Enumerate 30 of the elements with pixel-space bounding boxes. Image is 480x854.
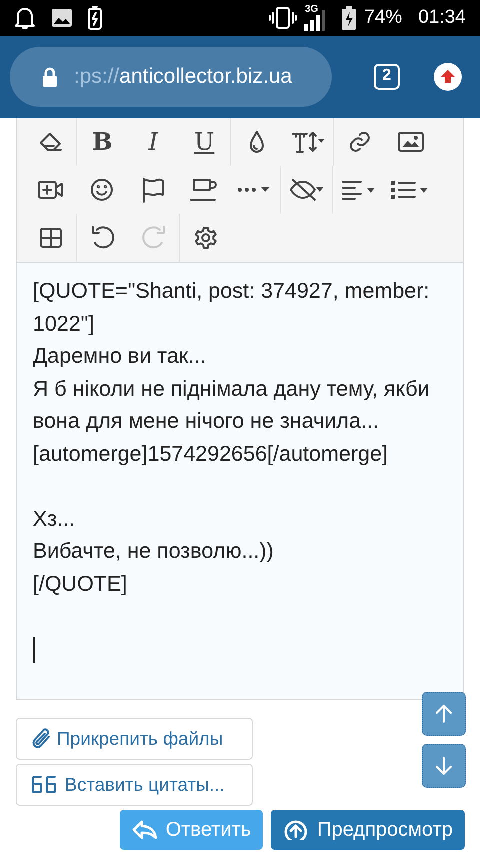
bold-button[interactable]: B xyxy=(77,118,128,166)
upload-icon[interactable] xyxy=(434,63,462,91)
message-text: [QUOTE="Shanti, post: 374927, member: 1022"] Даремно ви так... Я б ніколи не піднімала дану тему, якби вона для мене нічого не значила... [automerge]1574292656[/automerge] Хз... Вибачте, не позволю...)) [/QUOTE] xyxy=(33,279,431,596)
vibrate-icon xyxy=(269,7,298,29)
attach-files-button[interactable]: Прикрепить файлы xyxy=(16,718,253,760)
text-cursor xyxy=(33,636,35,663)
lock-icon xyxy=(42,67,58,87)
scroll-down-button[interactable] xyxy=(422,744,466,788)
insert-quotes-button[interactable]: Вставить цитаты... xyxy=(16,764,253,806)
preview-button[interactable]: Предпросмотр xyxy=(271,810,465,850)
scroll-up-button[interactable] xyxy=(422,692,466,736)
quote-icon xyxy=(31,775,57,795)
reply-icon xyxy=(132,820,158,840)
arrow-down-icon xyxy=(435,756,453,776)
image-notification-icon xyxy=(52,9,72,27)
italic-button[interactable]: I xyxy=(128,118,179,166)
paperclip-icon xyxy=(31,727,53,751)
network-type: 3G xyxy=(305,5,318,15)
battery-icon xyxy=(342,6,356,30)
battery-percent: 74% xyxy=(364,6,402,30)
arrow-up-icon xyxy=(435,704,453,724)
notification-bell-icon xyxy=(14,6,36,30)
preview-icon xyxy=(283,820,310,840)
battery-charging-icon xyxy=(88,6,102,30)
address-bar[interactable]: :ps://anticollector.biz.ua xyxy=(10,47,332,107)
url-text: :ps://anticollector.biz.ua xyxy=(74,64,292,90)
underline-button[interactable]: U xyxy=(179,118,230,166)
tab-count[interactable]: 2 xyxy=(374,64,400,90)
message-editor[interactable] xyxy=(17,263,463,699)
clock: 01:34 xyxy=(418,6,466,30)
